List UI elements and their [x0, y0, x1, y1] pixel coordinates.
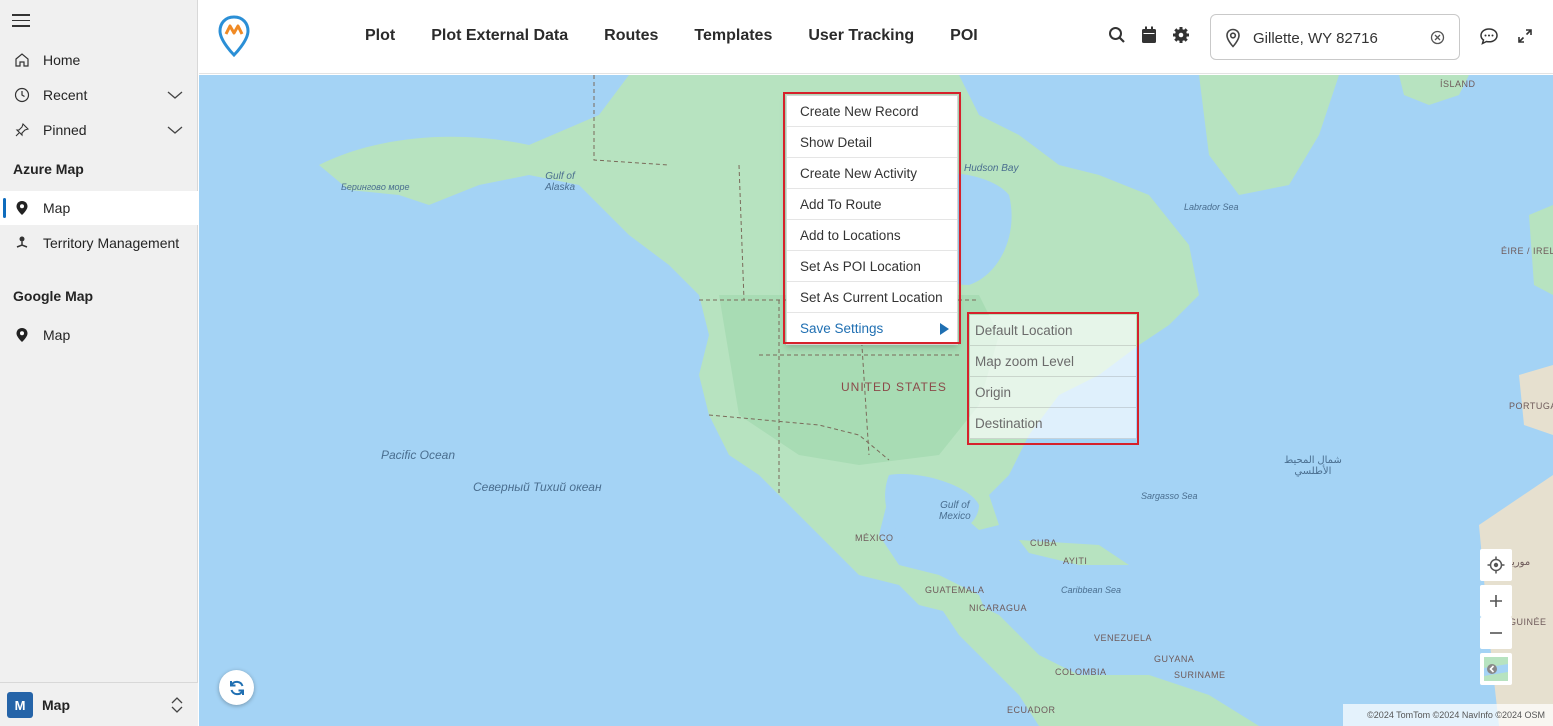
sidebar-item-azure-map[interactable]: Map: [0, 191, 198, 225]
map-label-guinee: GUINÉE: [1509, 617, 1547, 627]
location-input[interactable]: [1253, 27, 1418, 49]
location-pin-icon: [1225, 28, 1241, 53]
map-label-mexico: MÉXICO: [855, 533, 894, 543]
menu-templates[interactable]: Templates: [694, 27, 772, 45]
ctx-create-new-record[interactable]: Create New Record: [787, 96, 957, 127]
map-label-sargasso-sea: Sargasso Sea: [1141, 491, 1198, 501]
sidebar: Home Recent Pinned Azure Map Map Territo…: [0, 0, 198, 726]
top-menu: Plot Plot External Data Routes Templates…: [365, 27, 1014, 45]
map-style-picker-icon[interactable]: [1480, 653, 1512, 685]
chevron-up-down-icon: [170, 696, 184, 719]
header-icons: [1108, 26, 1190, 44]
app-logo-icon: [217, 14, 251, 58]
search-icon[interactable]: [1108, 26, 1126, 44]
map-label-ireland: ÉIRE / IRELAND: [1501, 246, 1553, 256]
location-search-box: [1210, 14, 1460, 60]
map-label-gulf-of-mexico: Gulf of Mexico: [939, 500, 971, 522]
ctx-show-detail[interactable]: Show Detail: [787, 127, 957, 158]
map-label-pacific-ocean: Pacific Ocean: [381, 448, 456, 462]
area-label: Map: [42, 696, 70, 713]
map-context-menu: Create New Record Show Detail Create New…: [786, 95, 958, 345]
ctx-set-as-poi-location[interactable]: Set As POI Location: [787, 251, 957, 282]
map-label-cuba: CUBA: [1030, 538, 1058, 548]
sidebar-item-label: Map: [43, 200, 71, 216]
ctx-add-to-locations[interactable]: Add to Locations: [787, 220, 957, 251]
map-label-bering: Беринговo море: [341, 182, 410, 192]
map-label-ecuador: ECUADOR: [1007, 705, 1056, 715]
submenu-destination[interactable]: Destination: [970, 408, 1136, 439]
map-label-caribbean-sea: Caribbean Sea: [1061, 585, 1122, 595]
refresh-icon: [229, 680, 244, 695]
map-label-nicaragua: NICARAGUA: [969, 603, 1028, 613]
map-label-portugal: PORTUGAL: [1509, 401, 1553, 411]
map-label-labrador-sea: Labrador Sea: [1184, 202, 1239, 212]
ctx-save-settings[interactable]: Save Settings: [787, 313, 957, 344]
clock-icon: [13, 86, 31, 104]
map-label-guatemala: GUATEMALA: [925, 585, 985, 595]
territory-icon: [13, 234, 31, 252]
map-label-iceland: ÍSLAND: [1440, 79, 1476, 89]
gear-icon[interactable]: [1172, 26, 1190, 44]
chevron-down-icon[interactable]: [166, 88, 184, 104]
map-label-guyana: GUYANA: [1154, 654, 1195, 664]
sidebar-item-recent[interactable]: Recent: [0, 78, 198, 112]
sidebar-item-label: Home: [43, 52, 81, 68]
sidebar-item-label: Pinned: [43, 122, 87, 138]
map-label-venezuela: VENEZUELA: [1094, 633, 1153, 643]
map-marker-icon: [13, 199, 31, 217]
my-location-icon[interactable]: [1480, 549, 1512, 581]
sidebar-item-territory-management[interactable]: Territory Management: [0, 226, 198, 260]
ctx-set-as-current-location[interactable]: Set As Current Location: [787, 282, 957, 313]
area-switcher[interactable]: M Map: [0, 682, 198, 726]
menu-user-tracking[interactable]: User Tracking: [808, 27, 914, 45]
sidebar-item-google-map[interactable]: Map: [0, 318, 198, 352]
sidebar-item-home[interactable]: Home: [0, 43, 198, 77]
menu-routes[interactable]: Routes: [604, 27, 658, 45]
submenu-origin[interactable]: Origin: [970, 377, 1136, 408]
submenu-arrow-icon: [940, 323, 949, 335]
ctx-create-new-activity[interactable]: Create New Activity: [787, 158, 957, 189]
sidebar-item-label: Recent: [43, 87, 88, 103]
app-header: Plot Plot External Data Routes Templates…: [199, 0, 1553, 74]
clear-icon[interactable]: [1430, 30, 1445, 50]
map-attribution: ©2024 TomTom ©2024 NavInfo ©2024 OSM: [1343, 704, 1553, 726]
ctx-save-settings-label: Save Settings: [800, 321, 884, 336]
calendar-icon[interactable]: [1140, 26, 1158, 44]
menu-plot[interactable]: Plot: [365, 27, 395, 45]
pin-icon: [13, 121, 31, 139]
expand-icon[interactable]: [1517, 28, 1533, 49]
map-marker-icon: [13, 326, 31, 344]
area-badge: M: [7, 692, 33, 718]
map-label-united-states: UNITED STATES: [841, 380, 947, 394]
group-title-azure-map: Azure Map: [13, 161, 84, 177]
zoom-in-button[interactable]: [1480, 585, 1512, 617]
sidebar-item-pinned[interactable]: Pinned: [0, 113, 198, 147]
map-label-suriname: SURINAME: [1174, 670, 1226, 680]
submenu-map-zoom-level[interactable]: Map zoom Level: [970, 346, 1136, 377]
map-label-hudson-bay: Hudson Bay: [964, 163, 1019, 174]
save-settings-submenu: Default Location Map zoom Level Origin D…: [970, 315, 1136, 439]
sidebar-item-label: Map: [43, 327, 71, 343]
map-label-north-atlantic-ar: شمال المحيط الأطلسي: [1284, 455, 1342, 477]
ctx-add-to-route[interactable]: Add To Route: [787, 189, 957, 220]
refresh-button[interactable]: [219, 670, 254, 705]
menu-plot-external-data[interactable]: Plot External Data: [431, 27, 568, 45]
chat-icon[interactable]: [1479, 27, 1499, 50]
map-label-pacific-ru: Северный Тихий океан: [473, 480, 602, 494]
submenu-default-location[interactable]: Default Location: [970, 315, 1136, 346]
chevron-down-icon[interactable]: [166, 123, 184, 139]
home-icon: [13, 51, 31, 69]
zoom-out-button[interactable]: [1480, 617, 1512, 649]
hamburger-menu-icon[interactable]: [12, 14, 30, 28]
group-title-google-map: Google Map: [13, 288, 94, 304]
menu-poi[interactable]: POI: [950, 27, 978, 45]
sidebar-item-label: Territory Management: [43, 235, 180, 251]
map-label-gulf-of-alaska: Gulf of Alaska: [545, 171, 576, 193]
map-label-ayiti: AYITI: [1063, 556, 1088, 566]
map-label-colombia: COLOMBIA: [1055, 667, 1107, 677]
